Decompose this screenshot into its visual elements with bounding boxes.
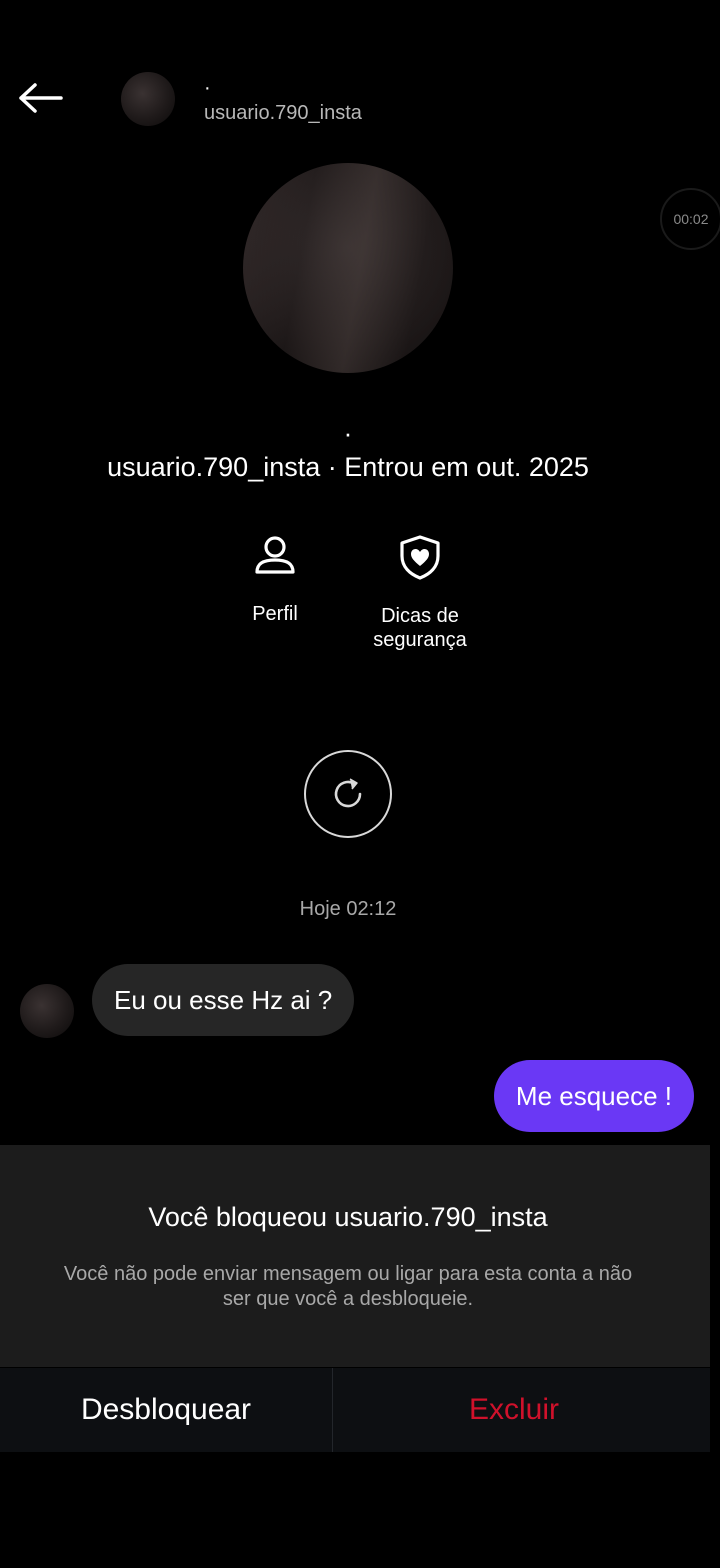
delete-button[interactable]: Excluir (333, 1368, 695, 1452)
timer-indicator: 00:02 (660, 188, 720, 250)
refresh-button[interactable] (304, 750, 392, 838)
blocked-notice-panel (0, 1145, 710, 1367)
person-icon (255, 536, 295, 574)
timer-label: 00:02 (673, 211, 709, 227)
profile-avatar[interactable] (243, 163, 453, 373)
profile-info: usuario.790_insta · Entrou em out. 2025 (107, 452, 589, 482)
safety-tips-label-line2: segurança (373, 629, 467, 651)
message-timestamp: Hoje 02:12 (299, 898, 397, 920)
header-display-name: · (204, 77, 211, 99)
message-sender-avatar[interactable] (20, 984, 74, 1038)
profile-button-label: Perfil (252, 603, 298, 625)
back-button[interactable] (14, 76, 66, 120)
blocked-notice-title: Você bloqueou usuario.790_insta (148, 1202, 548, 1232)
profile-display-name: · (343, 418, 353, 448)
blocked-actions-row: Desbloquear Excluir (0, 1368, 710, 1452)
shield-heart-icon (400, 535, 440, 580)
unblock-button[interactable]: Desbloquear (0, 1368, 332, 1452)
incoming-message-bubble[interactable]: Eu ou esse Hz ai ? (92, 964, 355, 1036)
refresh-icon (334, 778, 362, 808)
outgoing-message-bubble[interactable]: Me esquece ! (493, 1060, 694, 1132)
safety-tips-label-line1: Dicas de (381, 605, 459, 627)
blocked-notice-description: Você não pode enviar mensagem ou ligar p… (63, 1263, 633, 1310)
outgoing-message-text: Me esquece ! (515, 1080, 672, 1111)
incoming-message-text: Eu ou esse Hz ai ? (114, 984, 333, 1015)
safety-tips-label: Dicas de segurança (373, 604, 466, 652)
profile-button[interactable]: Perfil (225, 534, 325, 626)
arrow-left-icon (19, 83, 63, 113)
header-username[interactable]: usuario.790_insta (204, 102, 362, 125)
safety-tips-button[interactable]: Dicas de segurança (350, 534, 490, 652)
header-avatar[interactable] (121, 72, 175, 126)
